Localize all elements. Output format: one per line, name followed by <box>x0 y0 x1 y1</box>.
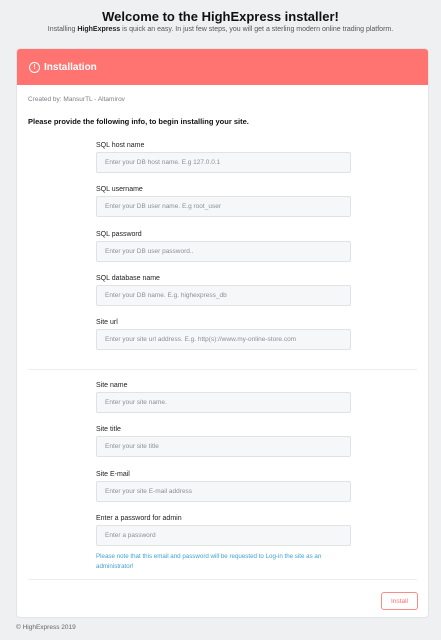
site-title-label: Site title <box>96 426 121 433</box>
footer-copyright: © HighExpress 2019 <box>16 624 76 631</box>
sql-database-field: SQL database name <box>96 274 351 306</box>
installation-card: ! Installation Created by: MansurTL - Al… <box>16 48 429 618</box>
sql-username-field: SQL username <box>96 185 351 217</box>
admin-password-input[interactable] <box>96 525 351 546</box>
admin-password-field: Enter a password for admin <box>96 514 351 546</box>
page-title: Welcome to the HighExpress installer! <box>102 9 339 24</box>
section-divider <box>28 369 417 370</box>
sql-password-label: SQL password <box>96 231 142 238</box>
admin-password-label: Enter a password for admin <box>96 515 182 522</box>
sql-username-label: SQL username <box>96 186 143 193</box>
install-button[interactable]: Install <box>381 592 418 610</box>
site-title-input[interactable] <box>96 436 351 457</box>
sql-host-field: SQL host name <box>96 141 351 173</box>
page-subtitle: Installing HighExpress is quick an easy.… <box>0 26 441 33</box>
sql-username-input[interactable] <box>96 196 351 217</box>
subtitle-suffix: is quick an easy. In just few steps, you… <box>120 26 394 33</box>
sql-password-field: SQL password <box>96 230 351 262</box>
subtitle-brand: HighExpress <box>77 26 121 33</box>
created-by: Created by: MansurTL - Altamirov <box>28 96 125 103</box>
intro-text: Please provide the following info, to be… <box>28 117 249 126</box>
site-name-input[interactable] <box>96 392 351 413</box>
footer-divider <box>28 579 417 580</box>
sql-password-input[interactable] <box>96 241 351 262</box>
info-icon: ! <box>29 61 40 73</box>
site-title-field: Site title <box>96 425 351 457</box>
site-email-label: Site E-mail <box>96 471 130 478</box>
site-url-label: Site url <box>96 319 118 326</box>
sql-database-input[interactable] <box>96 285 351 306</box>
card-header: ! Installation <box>17 49 428 85</box>
sql-host-input[interactable] <box>96 152 351 173</box>
site-url-input[interactable] <box>96 329 351 350</box>
site-name-label: Site name <box>96 382 128 389</box>
subtitle-prefix: Installing <box>47 26 78 33</box>
sql-database-label: SQL database name <box>96 275 160 282</box>
admin-note: Please note that this email and password… <box>96 553 322 570</box>
site-url-field: Site url <box>96 318 351 350</box>
site-name-field: Site name <box>96 381 351 413</box>
card-title: Installation <box>44 61 97 73</box>
sql-host-label: SQL host name <box>96 142 145 149</box>
site-email-field: Site E-mail <box>96 470 351 502</box>
site-email-input[interactable] <box>96 481 351 502</box>
